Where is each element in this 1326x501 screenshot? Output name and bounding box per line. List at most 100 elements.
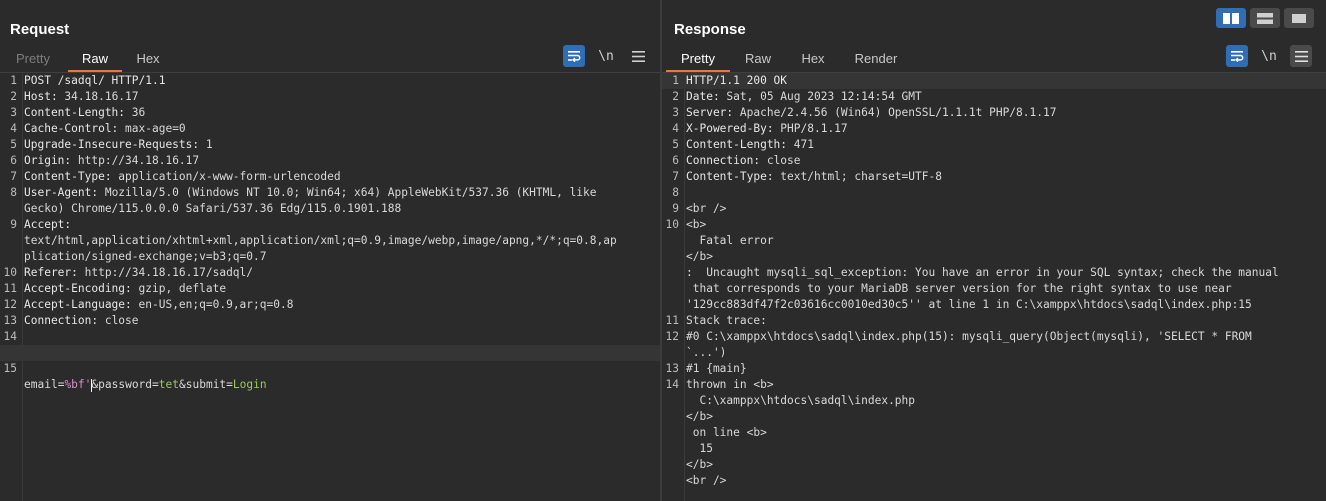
response-pretty-toggle-button[interactable] [1226,45,1248,67]
header-name: Date: [686,90,720,103]
request-line[interactable]: 7 Content-Type: application/x-www-form-ur… [0,169,660,185]
header-name: Server: [686,106,734,119]
request-line[interactable]: 3 Content-Length: 36 [0,105,660,121]
response-menu-button[interactable] [1290,45,1312,67]
layout-side-by-side-button[interactable] [1216,8,1246,28]
layout-tabs-icon [1292,13,1306,23]
request-line[interactable]: Gecko) Chrome/115.0.0.0 Safari/537.36 Ed… [0,201,660,217]
header-name: Accept-Language: [24,298,132,311]
response-line[interactable]: </b> [662,249,1326,265]
response-line[interactable]: 5 Content-Length: 471 [662,137,1326,153]
request-line[interactable]: 10 Referer: http://34.18.16.17/sadql/ [0,265,660,281]
response-line-code: `...') [686,345,726,361]
response-line[interactable]: 12 #0 C:\xamppx\htdocs\sadql\index.php(15… [662,329,1326,345]
response-line-code: Content-Type: text/html; charset=UTF-8 [686,169,942,185]
response-line[interactable]: </b> [662,409,1326,425]
header-name: Referer: [24,266,78,279]
layout-side-by-side-icon [1223,12,1239,24]
header-value: 34.18.16.17 [57,90,139,103]
header-value: on line <b> [686,426,767,439]
request-line-code: Cache-Control: max-age=0 [24,121,186,137]
request-tab-hex[interactable]: Hex [130,48,166,70]
header-value: '129cc883df47f2c03616cc0010ed30c5'' at l… [686,298,1252,311]
response-line[interactable]: 6 Connection: close [662,153,1326,169]
request-pane: Request Pretty Raw Hex \n 1 POST /sadql/… [0,0,660,501]
request-line-code: Gecko) Chrome/115.0.0.0 Safari/537.36 Ed… [24,201,401,217]
response-line-code: </b> [686,457,713,473]
response-line[interactable]: <br /> [662,473,1326,489]
response-line[interactable]: 10 <b> [662,217,1326,233]
header-value: Fatal error [686,234,774,247]
layout-buttons [1216,8,1314,30]
hamburger-menu-icon [631,50,645,62]
request-menu-button[interactable] [627,45,649,67]
response-line[interactable]: that corresponds to your MariaDB server … [662,281,1326,297]
response-line-code: #1 {main} [686,361,747,377]
request-line[interactable]: 8 User-Agent: Mozilla/5.0 (Windows NT 10.… [0,185,660,201]
line-number: 14 [665,378,679,391]
response-newline-toggle-button[interactable]: \n [1258,45,1280,67]
response-line[interactable]: '129cc883df47f2c03616cc0010ed30c5'' at l… [662,297,1326,313]
response-tab-hex[interactable]: Hex [796,48,830,70]
request-newline-toggle-button[interactable]: \n [595,45,617,67]
response-line[interactable]: 14 thrown in <b> [662,377,1326,393]
header-value: 1 [199,138,213,151]
header-name: Connection: [686,154,761,167]
line-number: 10 [3,266,17,279]
header-name: Host: [24,90,58,103]
response-line[interactable]: </b> [662,457,1326,473]
response-line-code: HTTP/1.1 200 OK [686,73,787,89]
response-line[interactable]: 13 #1 {main} [662,361,1326,377]
request-line-code: Host: 34.18.16.17 [24,89,139,105]
response-line[interactable]: 2 Date: Sat, 05 Aug 2023 12:14:54 GMT [662,89,1326,105]
response-line[interactable]: on line <b> [662,425,1326,441]
request-line[interactable]: 4 Cache-Control: max-age=0 [0,121,660,137]
response-line[interactable]: 7 Content-Type: text/html; charset=UTF-8 [662,169,1326,185]
response-line[interactable]: 1 HTTP/1.1 200 OK [662,73,1326,89]
request-pretty-toggle-button[interactable] [563,45,585,67]
request-line[interactable]: 11 Accept-Encoding: gzip, deflate [0,281,660,297]
response-line-code: Date: Sat, 05 Aug 2023 12:14:54 GMT [686,89,922,105]
request-editor[interactable]: 1 POST /sadql/ HTTP/1.1 2 Host: 34.18.16.17… [0,73,660,501]
request-line[interactable]: 2 Host: 34.18.16.17 [0,89,660,105]
response-line[interactable]: C:\xamppx\htdocs\sadql\index.php [662,393,1326,409]
response-line[interactable]: 9 <br /> [662,201,1326,217]
request-body-line[interactable]: 15 email=%bf'&password=tet&submit=Login [0,345,660,392]
response-line[interactable]: 15 [662,441,1326,457]
response-tab-render[interactable]: Render [848,48,904,70]
response-line[interactable]: 3 Server: Apache/2.4.56 (Win64) OpenSSL/1… [662,105,1326,121]
request-line[interactable]: 13 Connection: close [0,313,660,329]
response-tab-pretty[interactable]: Pretty [666,48,730,72]
response-line[interactable]: 4 X-Powered-By: PHP/8.1.17 [662,121,1326,137]
layout-top-bottom-button[interactable] [1250,8,1280,28]
request-line[interactable]: plication/signed-exchange;v=b3;q=0.7 [0,249,660,265]
response-line[interactable]: `...') [662,345,1326,361]
response-line[interactable]: Fatal error [662,233,1326,249]
param-name-password: password [98,378,153,391]
response-line[interactable]: 8 [662,185,1326,201]
request-line[interactable]: 9 Accept: [0,217,660,233]
line-number: 6 [672,154,679,167]
response-line[interactable]: 11 Stack trace: [662,313,1326,329]
response-editor[interactable]: 1 HTTP/1.1 200 OK 2 Date: Sat, 05 Aug 2023 … [662,73,1326,501]
request-line[interactable]: text/html,application/xhtml+xml,applicat… [0,233,660,249]
response-line[interactable] [662,489,1326,501]
request-line[interactable]: 14 [0,329,660,345]
header-value: 471 [787,138,814,151]
line-number: 14 [3,330,17,343]
response-tab-raw[interactable]: Raw [740,48,776,70]
param-value-email: %bf' [64,378,92,391]
request-line[interactable]: 1 POST /sadql/ HTTP/1.1 [0,73,660,89]
response-line[interactable]: : Uncaught mysqli_sql_exception: You hav… [662,265,1326,281]
header-value: </b> [686,410,713,423]
request-tab-raw[interactable]: Raw [68,48,122,72]
param-name-submit: submit [185,378,227,391]
layout-tabs-button[interactable] [1284,8,1314,28]
request-line[interactable]: 6 Origin: http://34.18.16.17 [0,153,660,169]
layout-top-bottom-icon [1257,12,1273,24]
request-line[interactable]: 12 Accept-Language: en-US,en;q=0.9,ar;q=0… [0,297,660,313]
header-value: <br /> [686,474,727,487]
header-value: that corresponds to your MariaDB server … [686,282,1232,295]
request-line[interactable]: 5 Upgrade-Insecure-Requests: 1 [0,137,660,153]
request-tab-pretty[interactable]: Pretty [10,48,56,70]
